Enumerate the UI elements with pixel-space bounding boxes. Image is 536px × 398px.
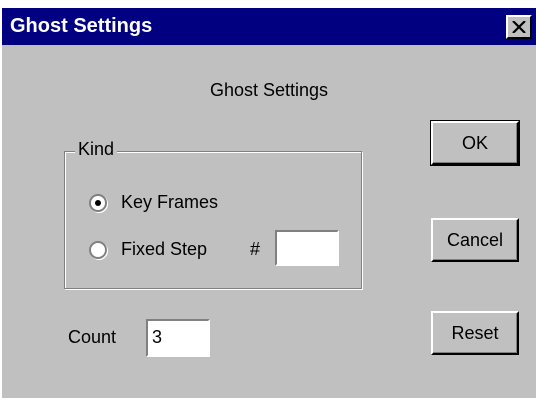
radio-key-frames-button[interactable] <box>89 193 107 212</box>
dialog-heading: Ghost Settings <box>209 80 329 100</box>
step-number-label: # <box>250 239 261 259</box>
radio-key-frames-label: Key Frames <box>121 192 219 212</box>
radio-key-frames[interactable]: Key Frames <box>89 192 218 213</box>
close-button[interactable] <box>506 15 532 39</box>
kind-groupbox: Kind Key Frames Fixed Step # <box>64 139 362 289</box>
reset-button[interactable]: Reset <box>431 311 519 355</box>
radio-fixed-step[interactable]: Fixed Step <box>89 239 207 260</box>
title-bar: Ghost Settings <box>2 8 536 45</box>
radio-fixed-step-label: Fixed Step <box>121 239 208 259</box>
cancel-button[interactable]: Cancel <box>431 218 519 262</box>
count-label: Count <box>68 327 117 347</box>
ghost-settings-dialog: Ghost Settings Ghost Settings Kind Key F… <box>0 8 536 398</box>
radio-fixed-step-button[interactable] <box>89 240 107 259</box>
ok-button[interactable]: OK <box>430 120 520 166</box>
kind-group-label: Kind <box>75 139 118 160</box>
count-input[interactable]: 3 <box>146 319 210 357</box>
window-title: Ghost Settings <box>10 15 153 37</box>
close-icon <box>512 21 526 33</box>
step-number-input[interactable] <box>275 230 339 266</box>
